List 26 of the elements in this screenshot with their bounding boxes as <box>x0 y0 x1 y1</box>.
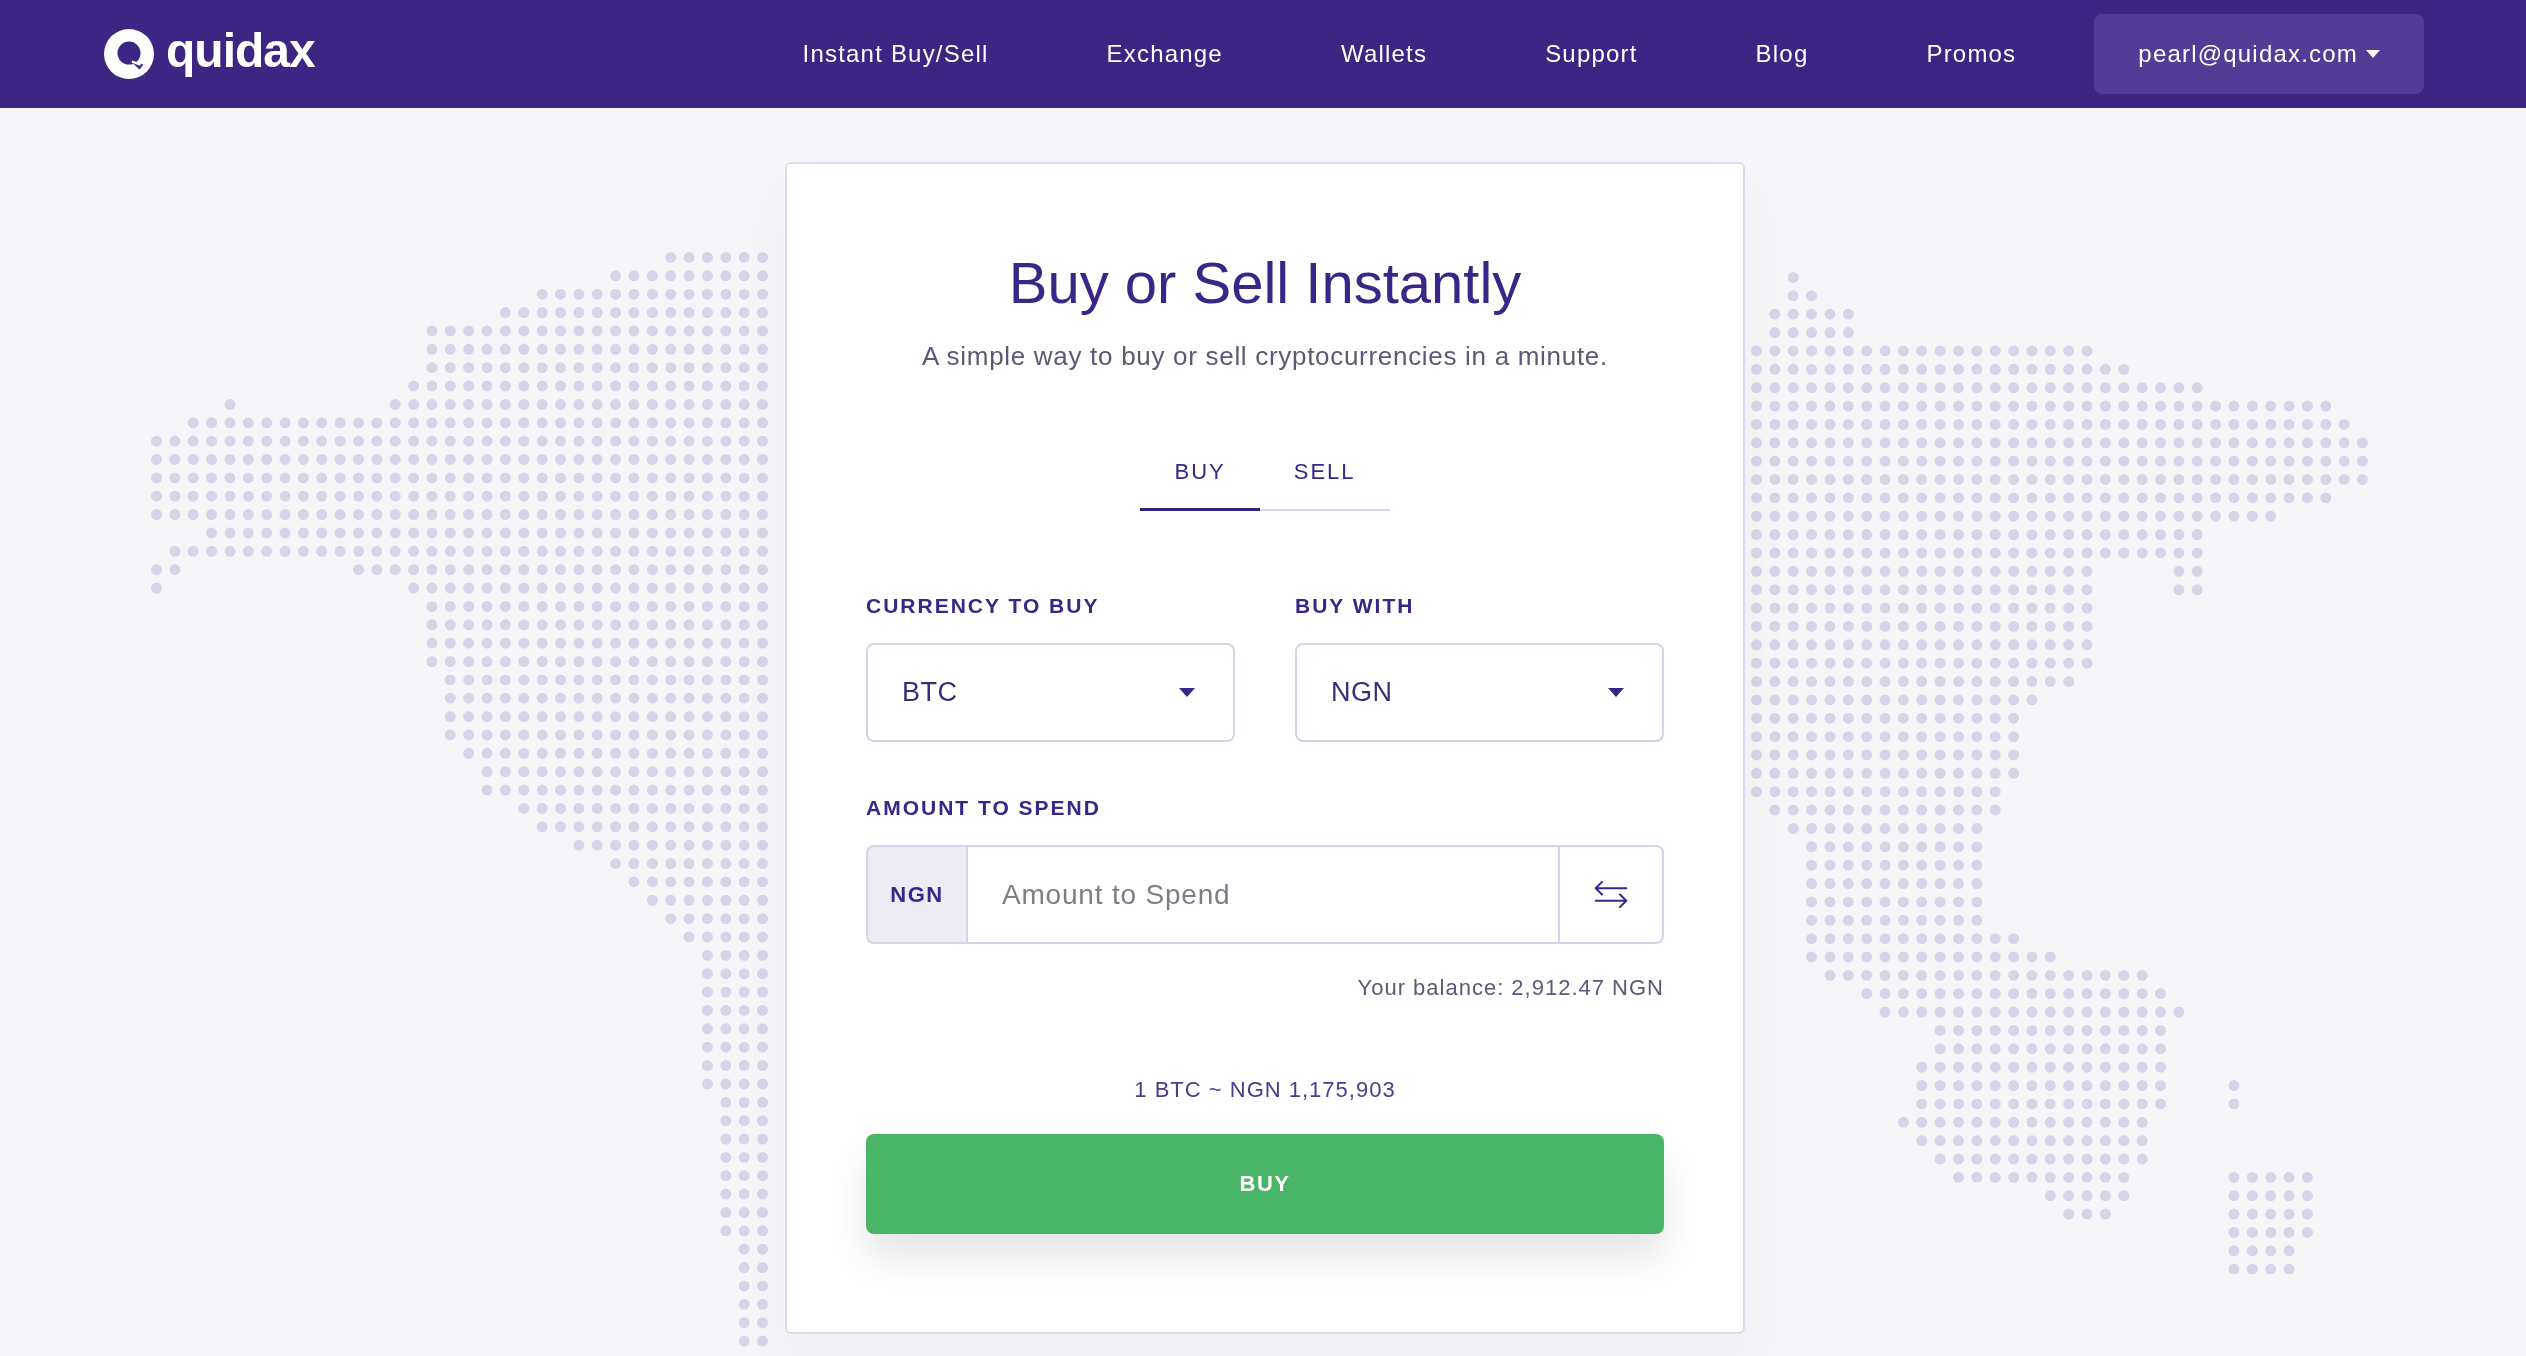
account-menu-button[interactable]: pearl@quidax.com <box>2094 14 2424 94</box>
tab[interactable]: SELL <box>1259 457 1390 511</box>
field-label: BUY WITH <box>1295 593 1415 619</box>
currency-addon: NGN <box>866 845 966 944</box>
tab[interactable]: BUY <box>1140 457 1260 511</box>
currency-select[interactable]: BTC <box>866 643 1235 742</box>
logo-text[interactable]: quidax <box>166 23 315 85</box>
caret-icon <box>1179 688 1195 697</box>
currency-select[interactable]: NGN <box>1295 643 1664 742</box>
amount-input[interactable]: Amount to Spend <box>966 845 1558 944</box>
nav-link[interactable]: Instant Buy/Sell <box>802 39 989 69</box>
nav-link[interactable]: Promos <box>1926 39 2017 69</box>
caret-icon <box>1608 688 1624 697</box>
nav-link[interactable]: Blog <box>1755 39 1809 69</box>
balance-text: Your balance: 2,912.47 NGN <box>1357 974 1664 1002</box>
nav-link[interactable]: Exchange <box>1106 39 1223 69</box>
q-logo-icon[interactable] <box>104 29 154 79</box>
card-title: Buy or Sell Instantly <box>1007 249 1523 317</box>
nav-link[interactable]: Support <box>1545 39 1638 69</box>
field-label: CURRENCY TO BUY <box>866 593 1100 619</box>
swap-arrows-icon <box>1593 881 1629 908</box>
exchange-rate-text: 1 BTC ~ NGN 1,175,903 <box>1134 1076 1396 1104</box>
field-label: AMOUNT TO SPEND <box>866 795 1101 821</box>
nav-link[interactable]: Wallets <box>1340 39 1428 69</box>
card-subtitle: A simple way to buy or sell cryptocurrencies in a minute. <box>921 340 1609 373</box>
caret-icon <box>2366 50 2380 58</box>
